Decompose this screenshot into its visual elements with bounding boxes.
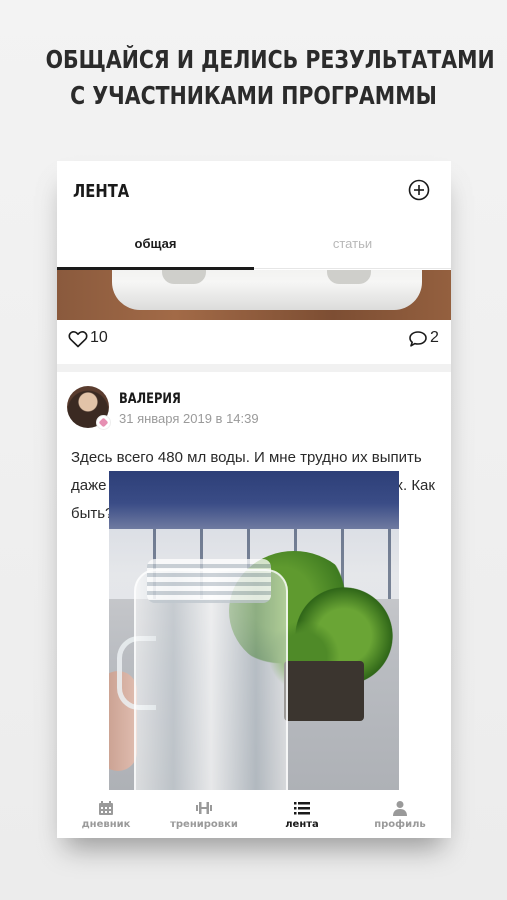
post-date: 31 января 2019 в 14:39 [119,411,259,426]
nav-label-profile: профиль [374,819,426,830]
phone-screen: ЛЕНТА общая статьи 10 2 ВАЛЕРИЯ 31 январ… [57,161,451,838]
nav-label-workouts: тренировки [170,819,238,830]
previous-post-stats: 10 2 [57,320,451,358]
photo-scale-shape [112,270,422,310]
promo-line-2: С УЧАСТНИКАМИ ПРОГРАММЫ [70,81,437,110]
diamond-badge-icon [97,416,110,429]
page-title: ЛЕНТА [73,181,130,202]
nav-item-feed[interactable]: лента [253,790,351,838]
post-author[interactable]: ВАЛЕРИЯ [119,391,181,407]
post-photo[interactable] [109,471,399,791]
tab-general[interactable]: общая [57,227,254,269]
heart-icon[interactable] [68,330,88,348]
plus-circle-icon[interactable] [408,179,430,201]
comment-icon[interactable] [408,330,428,348]
nav-item-workouts[interactable]: тренировки [155,790,253,838]
photo-scale-knob [162,270,206,284]
list-icon [294,802,310,815]
bottom-nav: дневник тренировки лента профиль [57,790,451,838]
comment-count: 2 [430,329,439,346]
photo-pot [284,661,364,721]
feed-header: ЛЕНТА [57,161,451,223]
nav-item-diary[interactable]: дневник [57,790,155,838]
tab-articles[interactable]: статьи [254,227,451,269]
feed-tabs: общая статьи [57,227,451,269]
nav-item-profile[interactable]: профиль [351,790,449,838]
post-separator [57,364,451,372]
promo-headline: ОБЩАЙСЯ И ДЕЛИСЬ РЕЗУЛЬТАТАМИ С УЧАСТНИК… [45,42,495,114]
photo-scale-knob [327,270,371,284]
nav-label-feed: лента [285,819,319,830]
nav-label-diary: дневник [81,819,131,830]
dumbbell-icon [196,802,212,814]
like-count: 10 [90,329,108,346]
previous-post-photo[interactable] [57,270,451,320]
calendar-icon [99,801,113,815]
photo-jar-lid [147,559,271,603]
person-icon [393,801,407,816]
promo-line-1: ОБЩАЙСЯ И ДЕЛИСЬ РЕЗУЛЬТАТАМИ [45,45,495,74]
